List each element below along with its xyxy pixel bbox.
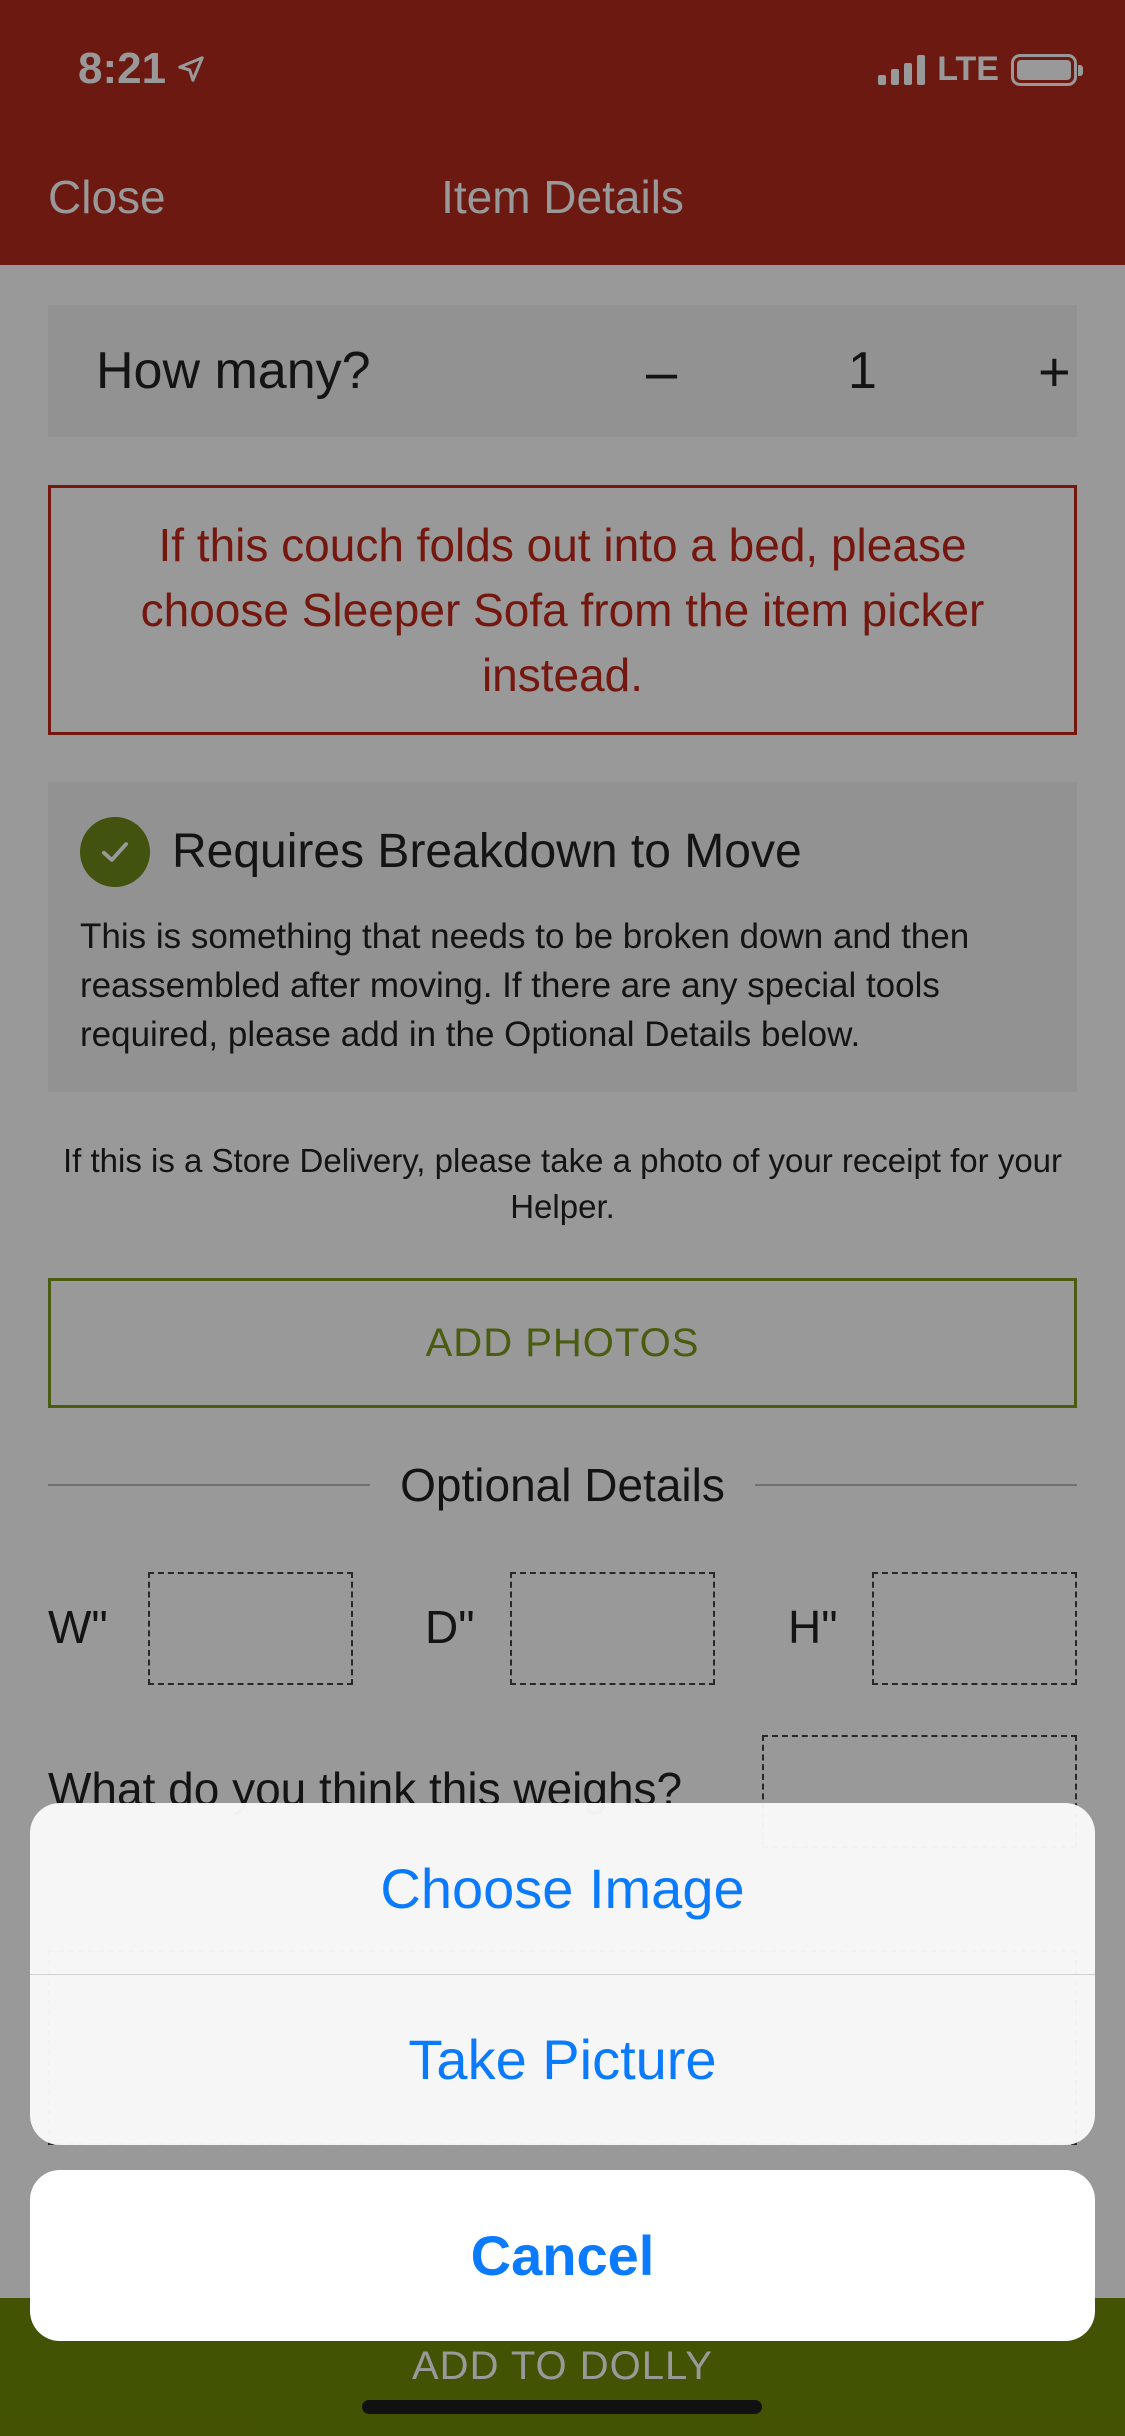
item-details-screen: 8:21 LTE Close Item Details How many? – …	[0, 0, 1125, 2436]
home-indicator[interactable]	[362, 2400, 762, 2414]
action-sheet: Choose Image Take Picture	[30, 1803, 1095, 2145]
take-picture-button[interactable]: Take Picture	[30, 1974, 1095, 2145]
cancel-button[interactable]: Cancel	[30, 2170, 1095, 2341]
choose-image-button[interactable]: Choose Image	[30, 1803, 1095, 1974]
